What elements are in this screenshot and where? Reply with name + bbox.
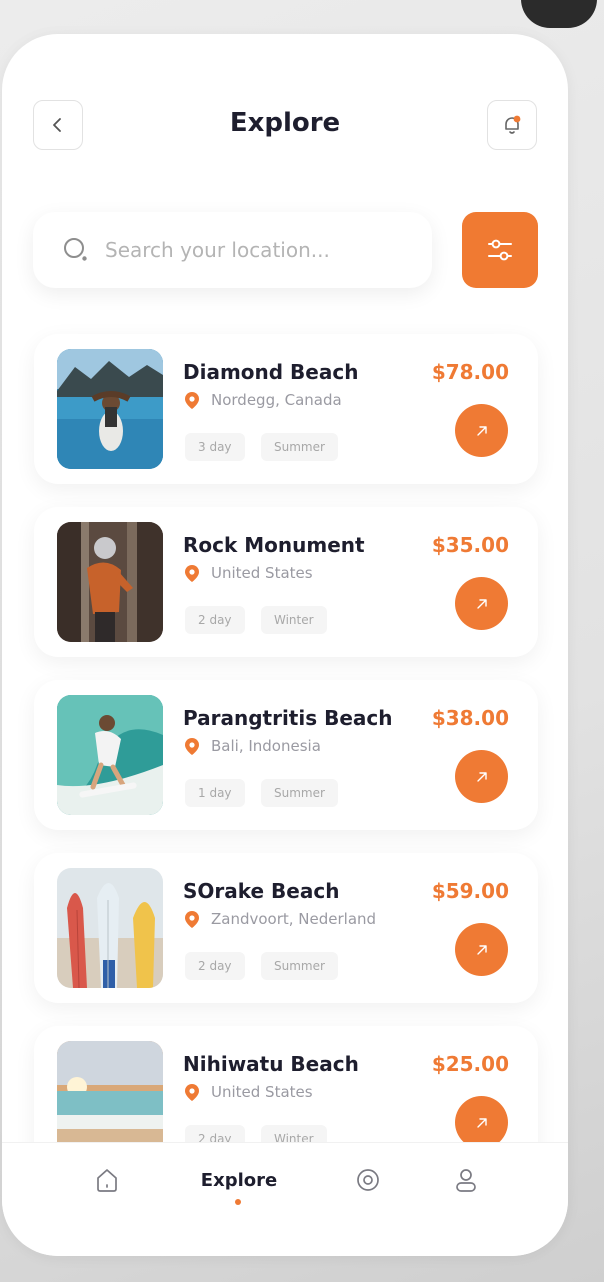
- location-text: Nordegg, Canada: [211, 391, 342, 409]
- destination-price: $25.00: [431, 1052, 509, 1076]
- arrow-up-right-icon: [476, 771, 487, 782]
- destination-location: Nordegg, Canada: [185, 391, 342, 409]
- sliders-icon: [488, 239, 512, 261]
- map-pin-icon: [185, 1083, 199, 1101]
- duration-tag: 2 day: [185, 952, 245, 980]
- open-destination-button[interactable]: [455, 577, 508, 630]
- destination-photo: [57, 1041, 163, 1142]
- user-icon: [456, 1169, 476, 1192]
- open-destination-button[interactable]: [455, 1096, 508, 1142]
- home-icon: [97, 1169, 117, 1192]
- page-title: Explore: [229, 108, 341, 138]
- arrow-up-right-icon: [476, 1117, 487, 1128]
- destination-location: United States: [185, 564, 313, 582]
- arrow-up-right-icon: [476, 944, 487, 955]
- destination-card[interactable]: Nihiwatu Beach $25.00 United States 2 da…: [34, 1026, 538, 1142]
- notification-button[interactable]: [487, 100, 537, 150]
- destination-list: Diamond Beach $78.00 Nordegg, Canada 3 d…: [2, 314, 568, 1142]
- filter-button[interactable]: [462, 212, 538, 288]
- location-text: Bali, Indonesia: [211, 737, 321, 755]
- search-input[interactable]: Search your location...: [105, 238, 330, 262]
- season-tag: Winter: [261, 1125, 327, 1142]
- nav-map[interactable]: [351, 1163, 385, 1197]
- open-destination-button[interactable]: [455, 404, 508, 457]
- search-icon: [64, 238, 87, 261]
- bell-icon: [505, 115, 521, 134]
- destination-location: Zandvoort, Nederland: [185, 910, 376, 928]
- arrow-up-right-icon: [476, 598, 487, 609]
- location-text: Zandvoort, Nederland: [211, 910, 377, 928]
- location-text: United States: [211, 1083, 313, 1101]
- destination-photo: [57, 522, 163, 642]
- season-tag: Summer: [261, 779, 338, 807]
- destination-photo: [57, 349, 163, 469]
- map-pin-icon: [185, 910, 199, 928]
- destination-name: SOrake Beach: [183, 879, 340, 903]
- duration-tag: 2 day: [185, 606, 245, 634]
- destination-name: Rock Monument: [183, 533, 365, 557]
- destination-card[interactable]: SOrake Beach $59.00 Zandvoort, Nederland…: [34, 853, 538, 1003]
- map-pin-icon: [357, 1169, 379, 1191]
- location-text: United States: [211, 564, 313, 582]
- season-tag: Winter: [261, 606, 327, 634]
- open-destination-button[interactable]: [455, 923, 508, 976]
- destination-price: $59.00: [431, 879, 509, 903]
- destination-photo: [57, 695, 163, 815]
- destination-location: Bali, Indonesia: [185, 737, 321, 755]
- destination-location: United States: [185, 1083, 313, 1101]
- season-tag: Summer: [261, 952, 338, 980]
- search-bar[interactable]: Search your location...: [33, 212, 432, 288]
- destination-photo: [57, 868, 163, 988]
- destination-card[interactable]: Parangtritis Beach $38.00 Bali, Indonesi…: [34, 680, 538, 830]
- nav-explore[interactable]: Explore: [198, 1163, 280, 1197]
- map-pin-icon: [185, 564, 199, 582]
- destination-price: $38.00: [431, 706, 509, 730]
- app-screen: Explore Search your location... Diamond …: [2, 34, 568, 1256]
- nav-explore-label: Explore: [200, 1169, 278, 1191]
- destination-name: Nihiwatu Beach: [183, 1052, 359, 1076]
- destination-card[interactable]: Diamond Beach $78.00 Nordegg, Canada 3 d…: [34, 334, 538, 484]
- destination-price: $78.00: [431, 360, 509, 384]
- duration-tag: 3 day: [185, 433, 245, 461]
- open-destination-button[interactable]: [455, 750, 508, 803]
- destination-name: Parangtritis Beach: [183, 706, 393, 730]
- arrow-up-right-icon: [476, 425, 487, 436]
- destination-card[interactable]: Rock Monument $35.00 United States 2 day…: [34, 507, 538, 657]
- map-pin-icon: [185, 737, 199, 755]
- active-indicator: [235, 1199, 241, 1205]
- map-pin-icon: [185, 391, 199, 409]
- destination-name: Diamond Beach: [183, 360, 359, 384]
- nav-home[interactable]: [90, 1163, 124, 1197]
- destination-price: $35.00: [431, 533, 509, 557]
- duration-tag: 1 day: [185, 779, 245, 807]
- season-tag: Summer: [261, 433, 338, 461]
- nav-profile[interactable]: [449, 1163, 483, 1197]
- duration-tag: 2 day: [185, 1125, 245, 1142]
- bottom-nav: Explore: [2, 1142, 568, 1256]
